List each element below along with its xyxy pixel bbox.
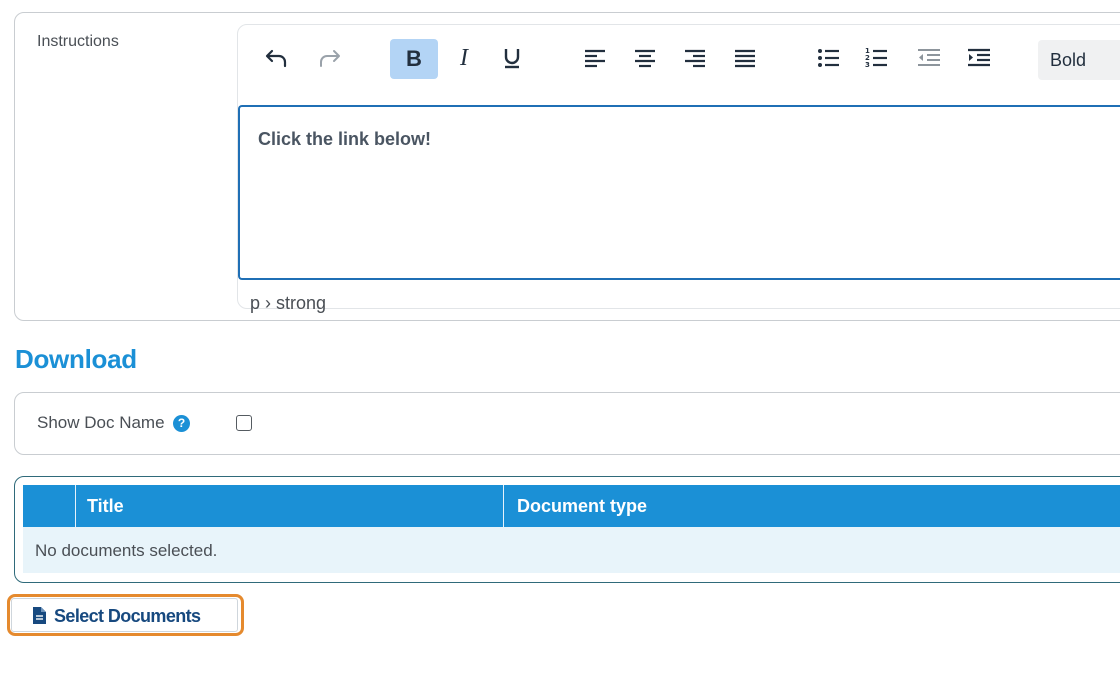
numbered-list-button[interactable]: 123 xyxy=(860,41,894,75)
column-header-document-type[interactable]: Document type xyxy=(517,485,647,527)
instructions-card: Instructions B I 1 2 3 Bold Click the li… xyxy=(14,12,1120,321)
svg-text:3: 3 xyxy=(865,61,870,69)
align-center-button[interactable] xyxy=(628,41,662,75)
rich-text-editor: B I 1 2 3 Bold Click the link below! p ›… xyxy=(237,24,1120,313)
outdent-button[interactable] xyxy=(912,41,946,75)
italic-button[interactable]: I xyxy=(447,41,481,75)
format-select[interactable]: Bold xyxy=(1038,40,1120,80)
editor-toolbar: B I 1 2 3 Bold xyxy=(238,25,1120,91)
select-documents-label: Select Documents xyxy=(54,606,201,626)
align-right-icon xyxy=(683,48,707,68)
numbered-list-icon: 123 xyxy=(864,46,890,70)
show-doc-name-checkbox[interactable] xyxy=(236,415,252,431)
column-header-title[interactable]: Title xyxy=(87,485,124,527)
documents-table-card: Title Document type No documents selecte… xyxy=(14,476,1120,583)
underline-button[interactable] xyxy=(495,41,529,75)
show-doc-name-card: Show Doc Name ? xyxy=(14,392,1120,455)
empty-table-message: No documents selected. xyxy=(35,541,218,560)
align-justify-button[interactable] xyxy=(728,41,762,75)
outdent-icon xyxy=(916,47,942,69)
instructions-label: Instructions xyxy=(37,33,119,50)
align-right-button[interactable] xyxy=(678,41,712,75)
document-icon xyxy=(32,606,47,630)
align-justify-icon xyxy=(733,48,757,68)
align-left-button[interactable] xyxy=(578,41,612,75)
editor-status-path[interactable]: p › strong xyxy=(250,293,326,314)
table-row: No documents selected. xyxy=(23,527,1120,573)
editor-content-area[interactable]: Click the link below! xyxy=(238,105,1120,280)
help-icon[interactable]: ? xyxy=(173,415,190,432)
select-documents-button[interactable]: Select Documents xyxy=(7,594,244,636)
column-separator xyxy=(75,485,76,527)
redo-button[interactable] xyxy=(312,41,346,75)
bold-label: B xyxy=(406,46,422,71)
undo-button[interactable] xyxy=(260,41,294,75)
bold-button[interactable]: B xyxy=(390,39,438,79)
underline-icon xyxy=(501,46,523,70)
redo-icon xyxy=(316,45,342,71)
undo-icon xyxy=(264,45,290,71)
align-center-icon xyxy=(633,48,657,68)
italic-label: I xyxy=(460,44,468,71)
align-left-icon xyxy=(583,48,607,68)
column-separator xyxy=(503,485,504,527)
bullet-list-button[interactable] xyxy=(812,41,846,75)
indent-icon xyxy=(966,47,992,69)
indent-button[interactable] xyxy=(962,41,996,75)
bullet-list-icon xyxy=(816,47,842,69)
table-header: Title Document type xyxy=(23,485,1120,527)
download-heading: Download xyxy=(15,344,137,374)
editor-content-text: Click the link below! xyxy=(258,129,432,149)
show-doc-name-label: Show Doc Name xyxy=(37,413,165,432)
